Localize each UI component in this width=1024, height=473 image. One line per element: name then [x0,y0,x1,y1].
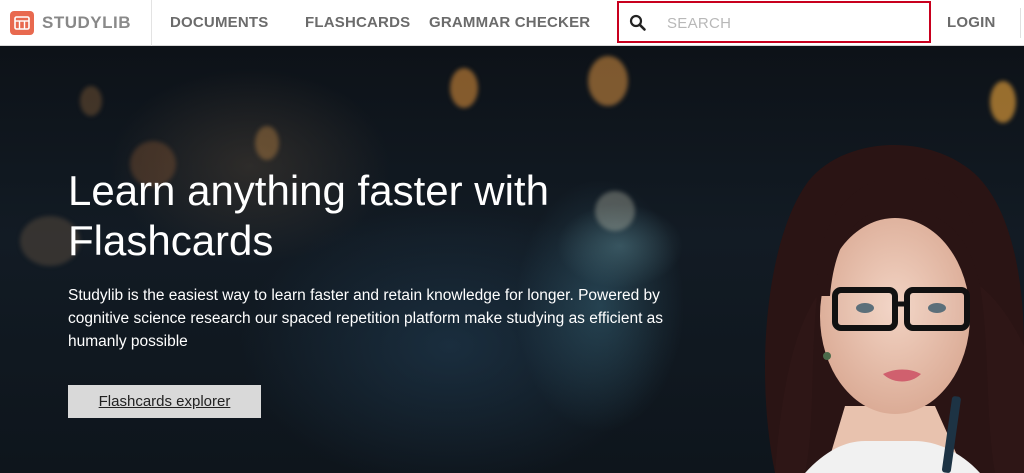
search-input[interactable] [665,9,919,37]
hero-portrait-image [765,144,1024,473]
nav-flashcards[interactable]: FLASHCARDS [305,0,410,46]
studylib-logo-icon [10,11,34,35]
brand-name-part-1: STUDY [42,13,103,32]
hero-section: Learn anything faster with Flashcards St… [0,46,1024,473]
bokeh-light [255,126,279,160]
header-divider [1020,8,1021,38]
brand-name: STUDYLIB [42,13,131,33]
bokeh-light [450,68,478,108]
search-box[interactable] [617,1,931,43]
bokeh-light [588,56,628,106]
brand-name-part-2: LIB [102,13,132,32]
hero-description: Studylib is the easiest way to learn fas… [68,287,664,350]
flashcards-explorer-button[interactable]: Flashcards explorer [68,385,261,418]
nav-documents[interactable]: DOCUMENTS [170,0,268,46]
nav-login[interactable]: LOGIN [947,0,996,46]
top-navbar: STUDYLIB DOCUMENTS FLASHCARDS GRAMMAR CH… [0,0,1024,46]
hero-title: Learn anything faster with Flashcards [68,167,549,264]
nav-grammar-checker[interactable]: GRAMMAR CHECKER [429,0,590,46]
bokeh-light [80,86,102,116]
brand-logo-link[interactable]: STUDYLIB [0,0,152,46]
search-icon[interactable] [629,14,647,32]
